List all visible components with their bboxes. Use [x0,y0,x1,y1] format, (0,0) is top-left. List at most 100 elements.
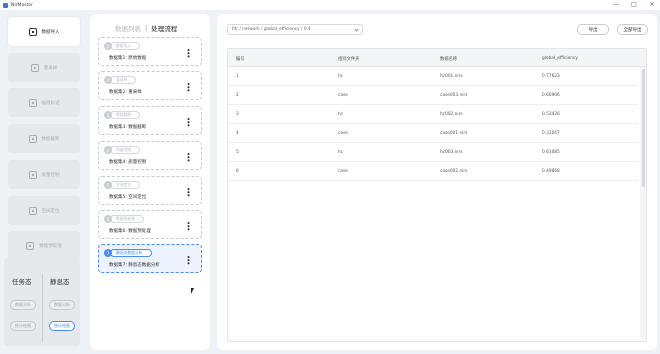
step-number: 6 [104,215,112,223]
table-cell: 0.61085 [542,150,560,155]
path-select[interactable]: fdr / network / global_efficiency / 0.4 [227,24,363,35]
step-description: 数据集4: 质量控制 [109,160,147,165]
static-plot-button[interactable]: 统计绘图 [49,321,75,331]
more-options-icon[interactable]: ••• [184,152,192,161]
sidebar-item-label: 重采样 [43,65,58,71]
task-plot-button[interactable]: 统计绘图 [10,321,36,331]
sidebar-item-marker[interactable]: 插值标记 [8,88,80,117]
table-cell: 4 [236,131,239,136]
column-header: 编号 [236,57,245,62]
table-cell: 2 [236,93,239,98]
table-row[interactable]: 5 hc hc003.nirs 0.61085 [228,143,638,162]
flow-step[interactable]: 数据预处理 6 数据集6: 数据预处理 ••• [98,210,202,239]
more-options-icon[interactable]: ••• [184,255,192,264]
step-number: 7 [104,249,112,257]
flow-step-active[interactable]: 静息态数据分析 7 数据集7: 静息态数据分析 ••• [98,244,202,273]
table-row[interactable]: 1 hc hc001.nirs 0.77623 [228,67,638,86]
sidebar-item-resample[interactable]: 重采样 [8,53,80,82]
column-header: global_efficiency [542,56,578,61]
static-mode-label: 静息态 [50,278,70,286]
sidebar-item-import[interactable]: 数据导入 [8,17,80,46]
column-header: 数据名称 [440,57,458,62]
step-description: 数据集6: 数据预处理 [109,229,151,234]
more-options-icon[interactable]: ••• [184,117,192,126]
more-options-icon[interactable]: ••• [184,82,192,91]
flow-step[interactable]: 空间定位 5 数据集5: 空间定位 ••• [98,176,202,205]
step-number: 5 [104,181,112,189]
analysis-mode-box: 任务态 静息态 数据分析 统计绘图 数据分析 统计绘图 [4,258,80,346]
sidebar-item-truncate[interactable]: 数据截断 [8,124,80,153]
table-cell: hc [338,112,344,117]
table-cell: 0.53426 [542,112,560,117]
results-table: 编号 组别文件夹 数据名称 global_efficiency 1 hc hc0… [227,48,647,342]
table-row[interactable]: 6 case case002.nirs 0.49868 [228,162,638,181]
close-icon[interactable]: ✕ [648,1,656,9]
table-cell: 0.31047 [542,131,560,136]
table-cell: 0.60906 [542,93,560,98]
app-title: NIrMaster [11,2,33,8]
step-tag: 数据预处理 [110,215,144,223]
path-select-value: fdr / network / global_efficiency / 0.4 [232,27,311,32]
table-row[interactable]: 2 case case003.nirs 0.60906 [228,86,638,105]
flow-step[interactable]: 重采样 2 数据集2: 重采样 ••• [98,71,202,100]
more-options-icon[interactable]: ••• [184,221,192,230]
step-description: 数据集7: 静息态数据分析 [109,263,160,268]
truncate-icon [28,134,37,143]
table-cell: 1 [236,74,239,79]
chevron-down-icon [354,27,359,32]
sidebar-item-label: 空间定位 [41,208,60,214]
step-description: 数据集2: 重采样 [109,90,142,95]
table-cell: case [338,131,348,136]
table-cell: 0.77623 [542,74,560,79]
main-panel: fdr / network / global_efficiency / 0.4 … [217,14,657,350]
task-mode-label: 任务态 [12,278,32,286]
sidebar-item-preprocess[interactable]: 数据预处理 [8,231,80,260]
step-number: 3 [104,111,112,119]
more-options-icon[interactable]: ••• [184,187,192,196]
table-row[interactable]: 3 hc hc002.nirs 0.53426 [228,105,638,124]
step-description: 数据集5: 空间定位 [109,195,147,200]
minimize-icon[interactable]: — [612,1,620,9]
step-tag: 数据导入 [110,42,141,50]
scrollbar-thumb[interactable] [641,69,645,187]
table-cell: 0.49868 [542,169,560,174]
flow-step[interactable]: 质量控制 4 数据集4: 质量控制 ••• [98,141,202,170]
title-bar: NIrMaster — □ ✕ [0,0,660,10]
tab-data-list[interactable]: 数据列表 [115,23,141,33]
table-cell: hc [338,150,344,155]
static-analysis-button[interactable]: 数据分析 [49,300,75,310]
step-tag: 静息态数据分析 [110,249,152,257]
task-analysis-button[interactable]: 数据分析 [10,300,36,310]
more-options-icon[interactable]: ••• [184,48,192,57]
step-number: 1 [104,42,112,50]
table-cell: case [338,93,348,98]
maximize-icon[interactable]: □ [630,1,638,9]
table-cell: hc002.nirs [440,112,463,117]
step-description: 数据集3: 数据截断 [109,125,147,130]
column-header: 组别文件夹 [338,57,360,62]
table-cell: hc001.nirs [440,74,463,79]
sidebar-item-location[interactable]: 空间定位 [8,196,80,225]
step-description: 数据集1: 原始数据 [109,56,147,61]
quality-icon [28,170,37,179]
flow-step[interactable]: 数据导入 1 数据集1: 原始数据 ••• [98,37,202,66]
tab-process-flow[interactable]: 处理流程 [151,23,177,33]
table-row[interactable]: 4 case case001.nirs 0.31047 [228,124,638,143]
location-icon [28,206,37,215]
step-tag: 数据截断 [110,111,141,119]
export-button[interactable]: 导出 [577,24,609,35]
export-all-button[interactable]: 全部导出 [617,24,648,35]
window-controls: — □ ✕ [612,1,656,9]
sidebar-item-label: 数据导入 [41,29,60,35]
resample-icon [30,63,39,72]
preprocess-icon [26,241,35,250]
flow-step[interactable]: 数据截断 3 数据集3: 数据截断 ••• [98,106,202,135]
sidebar-item-quality[interactable]: 质量控制 [8,160,80,189]
table-scrollbar[interactable] [640,67,646,341]
step-tag: 质量控制 [110,146,141,154]
sidebar-item-label: 质量控制 [41,172,60,178]
table-cell: case002.nirs [440,169,468,174]
step-tag: 重采样 [110,76,137,84]
app-logo-icon [3,2,8,8]
step-number: 2 [104,76,112,84]
